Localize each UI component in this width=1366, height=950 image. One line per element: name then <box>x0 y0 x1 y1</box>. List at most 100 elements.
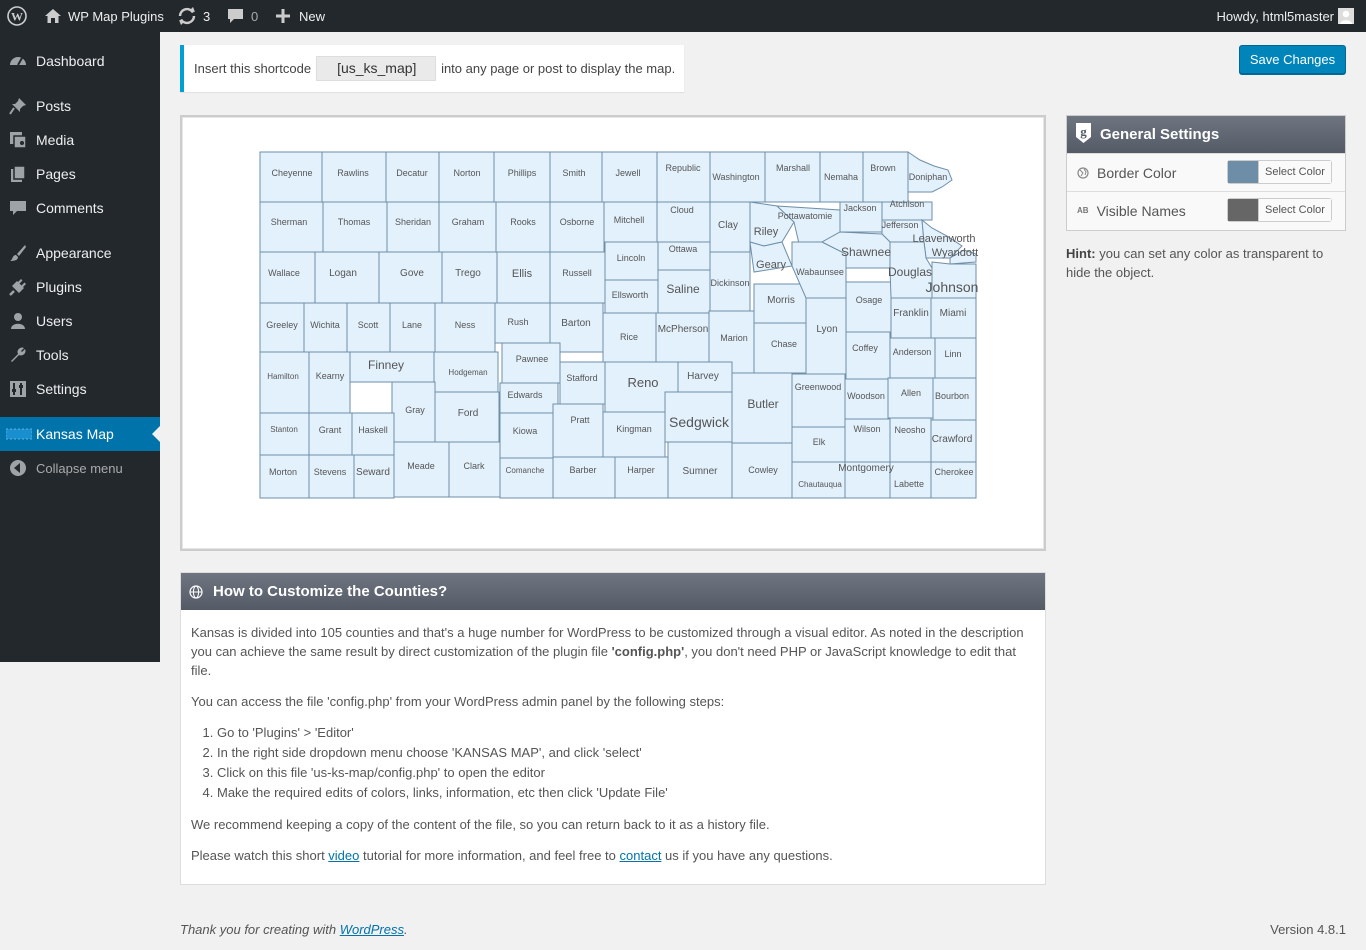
county-barber[interactable] <box>552 456 616 499</box>
new-content-link[interactable]: New <box>299 0 325 32</box>
step-item: Go to 'Plugins' > 'Editor' <box>217 723 1035 743</box>
customize-paragraph-2: You can access the file 'config.php' fro… <box>191 694 725 709</box>
notice-suffix: into any page or post to display the map… <box>441 61 676 76</box>
county-label-sumner: Sumner <box>682 466 718 477</box>
county-brown[interactable] <box>862 151 909 203</box>
county-sherman[interactable] <box>259 201 324 253</box>
settings-logo-icon: g <box>1074 122 1093 148</box>
shortcode-code[interactable]: [us_ks_map] <box>316 56 437 81</box>
names-color-swatch[interactable] <box>1228 199 1258 221</box>
county-label-stevens: Stevens <box>314 467 347 477</box>
county-label-hodgeman: Hodgeman <box>448 368 487 377</box>
menu-item-tools[interactable]: Tools <box>0 338 160 372</box>
county-mcpherson[interactable] <box>655 312 710 363</box>
menu-item-comments[interactable]: Comments <box>0 191 160 225</box>
menu-item-kansas-map[interactable]: Kansas Map <box>0 417 160 451</box>
county-label-phillips: Phillips <box>508 168 537 178</box>
menu-item-posts[interactable]: Posts <box>0 89 160 123</box>
home-icon[interactable] <box>44 0 62 32</box>
county-kingman[interactable] <box>602 411 666 458</box>
menu-item-dashboard[interactable]: Dashboard <box>0 44 160 78</box>
border-color-picker[interactable]: Select Color <box>1227 160 1332 184</box>
customize-paragraph-3: We recommend keeping a copy of the conte… <box>191 817 770 832</box>
county-label-seward: Seward <box>356 467 390 478</box>
menu-item-appearance[interactable]: Appearance <box>0 236 160 270</box>
menu-item-pages[interactable]: Pages <box>0 157 160 191</box>
county-label-norton: Norton <box>453 168 480 178</box>
county-comanche[interactable] <box>499 457 554 499</box>
county-anderson[interactable] <box>889 337 936 379</box>
county-label-smith: Smith <box>562 168 585 178</box>
county-label-cloud: Cloud <box>670 205 694 215</box>
comments-count[interactable]: 0 <box>251 0 258 32</box>
admin-menu: Dashboard Posts Media Pages Comments App… <box>0 32 160 662</box>
menu-item-label: Tools <box>36 347 69 363</box>
county-thomas[interactable] <box>322 201 388 253</box>
county-label-jackson: Jackson <box>843 203 876 213</box>
select-color-button[interactable]: Select Color <box>1258 199 1331 221</box>
customize-steps: Go to 'Plugins' > 'Editor' In the right … <box>217 723 1035 803</box>
county-label-haskell: Haskell <box>358 425 388 435</box>
county-label-coffey: Coffey <box>852 343 878 353</box>
county-label-johnson: Johnson <box>926 279 978 295</box>
county-sheridan[interactable] <box>386 201 440 253</box>
county-hamilton[interactable] <box>259 351 310 414</box>
county-allen[interactable] <box>887 377 934 419</box>
county-republic[interactable] <box>656 151 711 203</box>
county-label-marshall: Marshall <box>776 163 810 173</box>
menu-item-users[interactable]: Users <box>0 304 160 338</box>
county-label-osage: Osage <box>856 295 883 305</box>
county-label-marion: Marion <box>720 333 748 343</box>
county-harper[interactable] <box>614 456 669 499</box>
comments-icon[interactable] <box>227 0 244 32</box>
county-label-pottawatomie: Pottawatomie <box>778 211 833 221</box>
border-color-swatch[interactable] <box>1228 161 1258 183</box>
menu-item-label: Dashboard <box>36 53 105 69</box>
contact-link[interactable]: contact <box>620 848 662 863</box>
step-item: In the right side dropdown menu choose '… <box>217 743 1035 763</box>
county-rooks[interactable] <box>495 201 551 253</box>
county-label-riley: Riley <box>754 226 779 238</box>
select-color-button[interactable]: Select Color <box>1258 161 1331 183</box>
county-kearny[interactable] <box>308 351 351 414</box>
county-label-decatur: Decatur <box>396 168 428 178</box>
county-label-saline: Saline <box>666 282 700 296</box>
dashboard-icon <box>9 52 27 70</box>
county-osage[interactable] <box>845 281 892 333</box>
wordpress-logo-icon[interactable]: W <box>7 0 27 32</box>
county-stanton[interactable] <box>259 412 310 456</box>
updates-count[interactable]: 3 <box>203 0 210 32</box>
general-settings-panel: g General Settings Border Color Select C… <box>1066 115 1346 231</box>
county-graham[interactable] <box>438 201 497 253</box>
menu-item-plugins[interactable]: Plugins <box>0 270 160 304</box>
county-label-comanche: Comanche <box>506 466 545 475</box>
globe-icon <box>189 584 203 599</box>
county-label-sedgwick: Sedgwick <box>669 414 730 430</box>
wordpress-link[interactable]: WordPress <box>340 922 404 937</box>
menu-item-media[interactable]: Media <box>0 123 160 157</box>
county-label-pratt: Pratt <box>570 415 590 425</box>
svg-text:W: W <box>11 10 23 24</box>
updates-icon[interactable] <box>177 0 197 32</box>
kansas-map[interactable]: Cheyenne Rawlins Decatur Norton Phillips Smit… <box>258 150 978 500</box>
menu-item-settings[interactable]: Settings <box>0 372 160 406</box>
site-name-link[interactable]: WP Map Plugins <box>68 0 164 32</box>
howdy-user-link[interactable]: Howdy, html5master <box>1216 0 1334 32</box>
plus-icon[interactable] <box>276 0 290 32</box>
visible-names-color-picker[interactable]: Select Color <box>1227 198 1332 222</box>
county-stafford[interactable] <box>559 361 606 405</box>
menu-item-label: Appearance <box>36 245 112 261</box>
collapse-menu-button[interactable]: Collapse menu <box>0 451 160 485</box>
county-osborne[interactable] <box>549 201 605 253</box>
avatar[interactable] <box>1338 0 1354 32</box>
county-coffey[interactable] <box>845 331 891 380</box>
save-changes-button[interactable]: Save Changes <box>1239 45 1346 74</box>
county-pratt[interactable] <box>552 403 604 458</box>
county-label-graham: Graham <box>452 217 485 227</box>
customize-paragraph-1: Kansas is divided into 105 counties and … <box>191 625 1024 678</box>
county-lyon[interactable] <box>805 297 847 375</box>
county-label-morris: Morris <box>767 295 795 306</box>
county-marshall[interactable] <box>764 151 821 203</box>
video-link[interactable]: video <box>328 848 359 863</box>
county-label-geary: Geary <box>756 259 786 271</box>
